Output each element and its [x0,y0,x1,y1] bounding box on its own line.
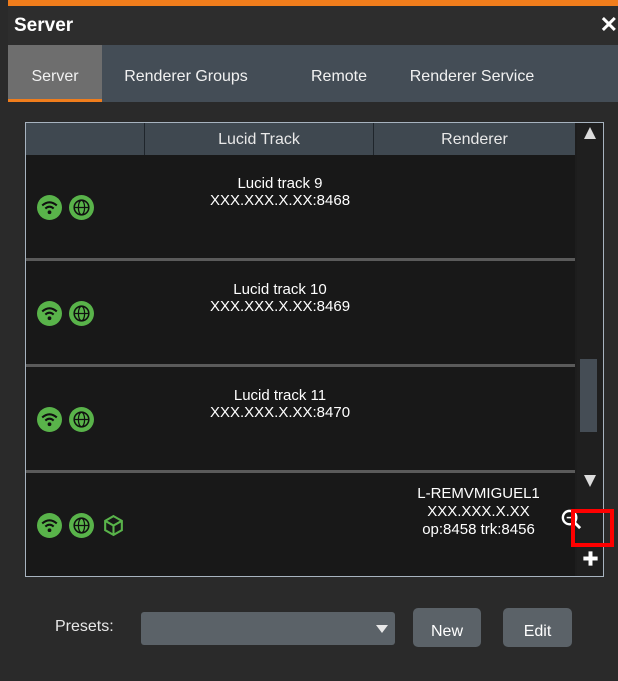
server-table: Lucid Track Renderer Lucid track 9 XXX.X… [25,122,604,577]
scroll-down-icon[interactable] [584,475,596,487]
status-icons [37,407,94,432]
table-row[interactable]: Lucid track 9 XXX.XXX.X.XX:8468 [26,155,575,258]
wifi-icon [37,407,62,432]
lucid-track-cell: Lucid track 11 XXX.XXX.X.XX:8470 [200,387,360,421]
status-column-header [26,123,145,155]
renderer-column-header: Renderer [441,131,508,148]
server-window: Server ✕ Server Renderer Groups Remote R… [0,0,618,681]
track-name: Lucid track 10 [233,281,327,298]
edit-button[interactable]: Edit [503,608,572,647]
new-button[interactable]: New [413,608,481,647]
server-tab-content: Lucid Track Renderer Lucid track 9 XXX.X… [8,102,618,681]
status-icons [37,195,94,220]
tab-server[interactable]: Server [8,45,102,102]
track-address: XXX.XXX.X.XX:8469 [209,298,351,315]
lucid-track-column-header: Lucid Track [145,123,374,155]
presets-label: Presets: [55,618,114,635]
globe-icon [69,407,94,432]
renderer-name: L-REMVMIGUEL1 [417,485,540,502]
globe-icon [69,513,94,538]
table-row[interactable]: L-REMVMIGUEL1 XXX.XXX.X.XX op:8458 trk:8… [26,473,575,576]
track-name: Lucid track 11 [233,387,327,404]
track-address: XXX.XXX.X.XX:8470 [209,404,351,421]
table-row[interactable]: Lucid track 10 XXX.XXX.X.XX:8469 [26,261,575,364]
track-name: Lucid track 9 [237,175,323,192]
wifi-icon [37,513,62,538]
renderer-ports: op:8458 trk:8456 [422,521,535,538]
renderer-address: XXX.XXX.X.XX [427,503,530,520]
close-icon[interactable]: ✕ [600,12,618,38]
tab-renderer-service[interactable]: Renderer Service [387,45,557,102]
table-row[interactable]: Lucid track 11 XXX.XXX.X.XX:8470 [26,367,575,470]
plus-icon[interactable] [581,549,600,568]
title-bar: Server ✕ [8,6,618,45]
track-address: XXX.XXX.X.XX:8468 [209,192,351,209]
globe-icon [69,301,94,326]
lucid-track-cell: Lucid track 10 XXX.XXX.X.XX:8469 [200,281,360,315]
tab-remote[interactable]: Remote [284,45,394,102]
highlight-box [571,509,614,547]
dropdown-caret-icon[interactable] [376,625,388,633]
cube-outline-icon [104,514,123,537]
presets-select[interactable] [141,612,395,645]
wifi-icon [37,301,62,326]
globe-icon [69,195,94,220]
renderer-cell: L-REMVMIGUEL1 XXX.XXX.X.XX op:8458 trk:8… [386,485,571,539]
status-icons [37,513,126,538]
wifi-icon [37,195,62,220]
scroll-thumb[interactable] [580,359,597,432]
status-icons [37,301,94,326]
table-header: Lucid Track Renderer [26,123,575,155]
tab-renderer-groups[interactable]: Renderer Groups [106,45,266,102]
window-title: Server [14,15,74,36]
tab-bar: Server Renderer Groups Remote Renderer S… [8,45,618,102]
lucid-track-cell: Lucid track 9 XXX.XXX.X.XX:8468 [200,175,360,209]
scroll-up-icon[interactable] [584,127,596,139]
